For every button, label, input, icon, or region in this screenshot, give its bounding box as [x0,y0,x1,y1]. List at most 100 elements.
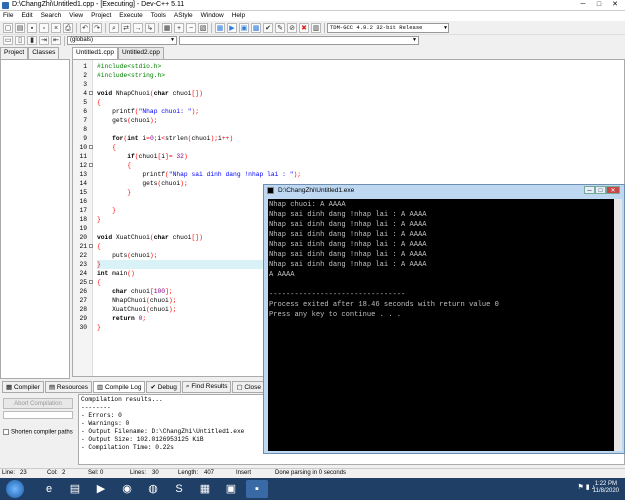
code-line[interactable]: 4 void NhapChuoi(char chuoi[]) [73,89,625,98]
profile-icon[interactable]: ✎ [275,22,285,33]
save-icon[interactable]: ▪ [27,22,37,33]
scope-select[interactable]: (globals) ▼ [67,36,177,45]
tab-compiler[interactable]: ▦ Compiler [2,380,44,393]
console-scrollbar[interactable] [614,199,622,451]
menu-execute[interactable]: Execute [116,11,146,20]
code-line[interactable]: 3 [73,80,625,89]
chart-icon[interactable]: ▥ [311,22,321,33]
taskbar: e ▤ ▶ ◉ ◍ S ▦ ▣ ▪ ⚑ ▮ ♪ 1:22 PM 11/8/202… [0,478,625,500]
code-line[interactable]: 1 #include<stdio.h> [73,62,625,71]
tab-classes[interactable]: Classes [28,47,60,59]
goto-bookmark-icon[interactable]: ▮ [27,36,37,45]
minimize-icon[interactable]: ─ [575,0,591,10]
menu-edit[interactable]: Edit [18,11,35,20]
compiler-select[interactable]: TDM-GCC 4.9.2 32-bit Release ▼ [327,22,449,33]
ie-icon[interactable]: e [38,480,60,498]
code-line[interactable]: 8 [73,125,625,134]
fold-icon[interactable] [89,280,93,284]
tab-debug[interactable]: ✔ Debug [146,380,181,393]
fold-icon[interactable] [89,91,93,95]
member-select[interactable]: ▼ [179,36,419,45]
open-file-icon[interactable]: ▤ [15,22,25,33]
menu-project[interactable]: Project [88,11,114,20]
line-number: 22 [79,252,87,259]
menu-file[interactable]: File [0,11,16,20]
run-icon[interactable]: ▶ [227,22,237,33]
tab-project[interactable]: Project [0,47,29,59]
goto-line-icon[interactable]: ↳ [145,22,155,33]
chevron-down-icon: ▼ [170,37,175,43]
indent-icon[interactable]: ⇥ [39,36,49,45]
fold-icon[interactable] [89,244,93,248]
maximize-icon[interactable]: □ [595,186,606,194]
compile-run-icon[interactable]: ▣ [239,22,249,33]
menu-view[interactable]: View [66,11,86,20]
menu-astyle[interactable]: AStyle [171,11,196,20]
chevron-down-icon: ▼ [443,24,447,31]
clock[interactable]: 1:22 PM 11/8/2020 [593,481,619,495]
code-line[interactable]: 6 printf("Nhap chuoi: "); [73,107,625,116]
print-icon[interactable]: ⎙ [63,22,73,33]
save-all-icon[interactable]: ▫ [39,22,49,33]
menu-help[interactable]: Help [229,11,248,20]
project-icon[interactable]: ▦ [162,22,172,33]
app-icon[interactable]: ▦ [194,480,216,498]
new-file-icon[interactable]: ▢ [3,22,13,33]
code-line[interactable]: 11 if(chuoi[i]= 32) [73,152,625,161]
abort-compilation-button[interactable]: Abort Compilation [3,398,73,409]
rebuild-icon[interactable]: ▩ [251,22,261,33]
firefox-icon[interactable]: ◍ [142,480,164,498]
fold-icon[interactable] [89,145,93,149]
delete-profile-icon[interactable]: ⊘ [287,22,297,33]
toggle-bookmark-icon[interactable]: ▯ [15,36,25,45]
skype-icon[interactable]: S [168,480,190,498]
close-icon[interactable]: ✕ [607,0,623,10]
console-window[interactable]: D:\ChangZhi\Untitled1.exe ─ □ ✕ Nhap chu… [263,184,625,454]
project-options-icon[interactable]: ▧ [198,22,208,33]
tab-find-results[interactable]: ⌕ Find Results [181,380,232,393]
media-player-icon[interactable]: ▶ [90,480,112,498]
maximize-icon[interactable]: □ [591,0,607,10]
network-icon[interactable]: ▮ [586,484,590,491]
code-line[interactable]: 7 gets(chuoi); [73,116,625,125]
code-line[interactable]: 12 { [73,161,625,170]
devcpp-taskbar-icon[interactable]: ▣ [220,480,242,498]
compile-icon[interactable]: ▦ [215,22,225,33]
tab-resources[interactable]: ▤ Resources [44,380,92,393]
tab-compile-log[interactable]: ▥ Compile Log [93,380,146,393]
unindent-icon[interactable]: ⇤ [51,36,61,45]
menu-window[interactable]: Window [198,11,227,20]
console-taskbar-icon[interactable]: ▪ [246,480,268,498]
code-text: NhapChuoi(chuoi); [97,297,177,304]
debug-icon[interactable]: ✔ [263,22,273,33]
tab-untitled1[interactable]: Untitled1.cpp [72,47,118,59]
find-icon[interactable]: ⌕ [109,22,119,33]
code-line[interactable]: 13 printf("Nhap sai dinh dang !nhap lai … [73,170,625,179]
undo-icon[interactable]: ↶ [80,22,90,33]
replace-icon[interactable]: ⇄ [121,22,131,33]
close-icon[interactable]: ✕ [606,186,620,194]
find-next-icon[interactable]: → [133,22,143,33]
redo-icon[interactable]: ↷ [92,22,102,33]
menu-tools[interactable]: Tools [148,11,169,20]
flag-icon[interactable]: ⚑ [577,484,583,491]
close-file-icon[interactable]: × [51,22,61,33]
code-line[interactable]: 9 for(int i=0;i<strlen(chuoi);i++) [73,134,625,143]
add-file-icon[interactable]: + [174,22,184,33]
tab-untitled2[interactable]: Untitled2.cpp [117,47,164,59]
remove-file-icon[interactable]: − [186,22,196,33]
fold-icon[interactable] [89,163,93,167]
minimize-icon[interactable]: ─ [584,186,595,194]
stop-icon[interactable]: ✖ [299,22,309,33]
start-button[interactable] [6,480,24,498]
code-line[interactable]: 10 { [73,143,625,152]
chrome-icon[interactable]: ◉ [116,480,138,498]
menu-search[interactable]: Search [38,11,65,20]
checkbox-icon[interactable] [3,429,9,435]
code-line[interactable]: 2 #include<string.h> [73,71,625,80]
explorer-icon[interactable]: ▤ [64,480,86,498]
code-line[interactable]: 5{ [73,98,625,107]
shorten-paths-checkbox[interactable]: Shorten compiler paths [3,429,73,436]
tab-close[interactable]: ▢ Close [232,380,266,393]
insert-icon[interactable]: ▭ [3,36,13,45]
